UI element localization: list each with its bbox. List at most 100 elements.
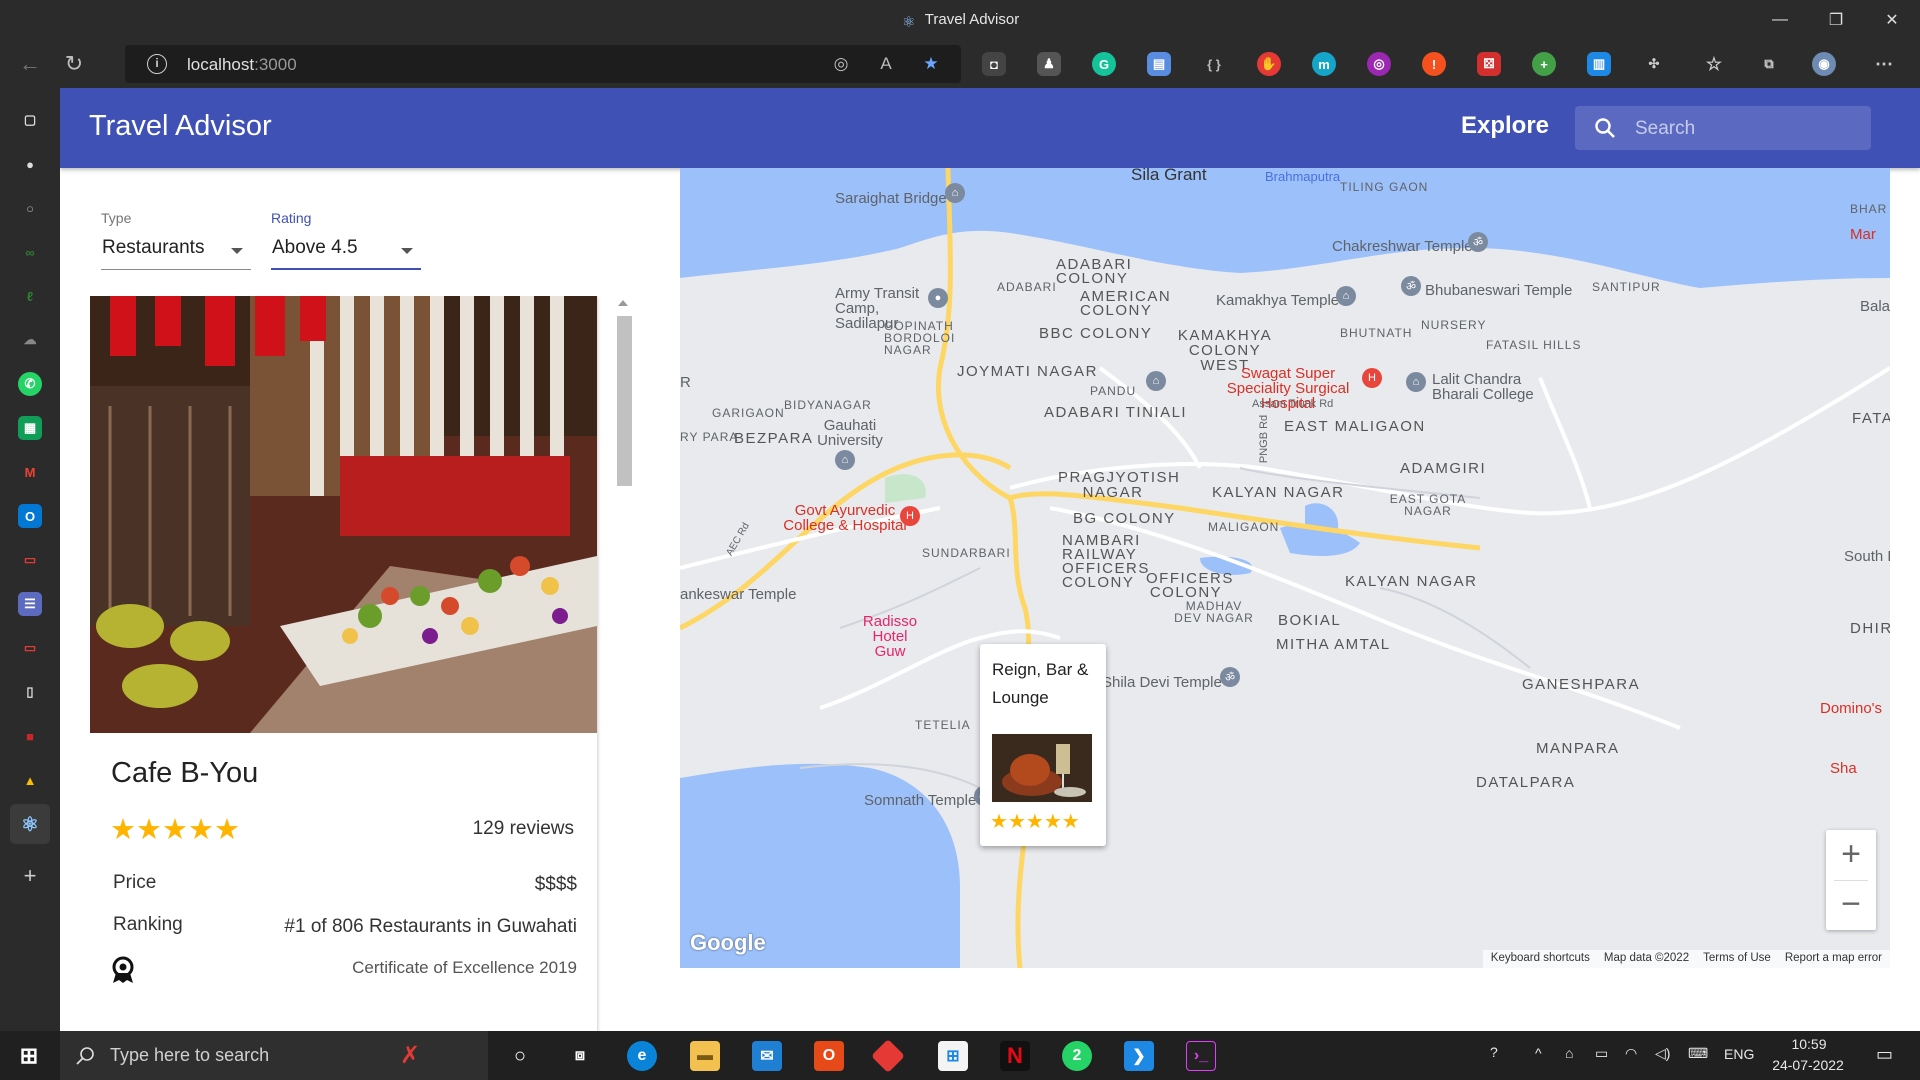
favorite-star-icon[interactable]: ★ (920, 53, 942, 75)
taskbar-search[interactable]: Type here to search ✗ (60, 1031, 488, 1080)
office-icon-1[interactable]: ▭ (18, 548, 42, 572)
app-icon-red[interactable]: ■ (18, 724, 42, 748)
app-diamond-icon[interactable] (871, 1039, 905, 1073)
grammarly-icon[interactable]: G (1092, 52, 1116, 76)
read-aloud-icon[interactable]: A (875, 53, 897, 75)
notifications-icon[interactable]: ▭ (1876, 1044, 1893, 1080)
place-card[interactable]: Cafe B-You ★ ★ ★ ★ ★ 129 reviews Price $$$$ … (90, 296, 597, 1031)
bridge-pin-icon[interactable]: ⌂ (945, 183, 965, 203)
cloud-icon[interactable]: ☁ (18, 328, 42, 352)
store-icon[interactable]: ⊞ (938, 1041, 968, 1071)
popup-place-photo (992, 734, 1092, 802)
temple-pin-icon[interactable]: ॐ (1468, 232, 1488, 252)
language-indicator[interactable]: ENG (1724, 1046, 1754, 1080)
windows-start-icon[interactable]: ⊞ (14, 1041, 44, 1071)
clock-date[interactable]: 24-07-2022 (1768, 1057, 1848, 1080)
search-input[interactable]: Search (1575, 106, 1871, 150)
back-icon[interactable]: ← (16, 50, 44, 78)
extension-icon-1[interactable]: ◘ (982, 52, 1006, 76)
map-label: JOYMATI NAGAR (957, 363, 1098, 380)
react-app-icon[interactable]: ⚛ (10, 804, 50, 844)
zoom-in-button[interactable]: + (1826, 830, 1876, 880)
new-extension-icon[interactable]: ▤ (1147, 52, 1171, 76)
m-extension-icon[interactable]: m (1312, 52, 1336, 76)
school-pin-icon[interactable]: ⌂ (835, 450, 855, 470)
refresh-icon[interactable]: ↻ (60, 50, 88, 78)
keyboard-shortcuts-link[interactable]: Keyboard shortcuts (1491, 952, 1590, 966)
github-alt-icon[interactable]: ○ (18, 196, 42, 220)
alert-extension-icon[interactable]: ! (1422, 52, 1446, 76)
game-extension-icon[interactable]: ⚄ (1477, 52, 1501, 76)
ranking-value: #1 of 806 Restaurants in Guwahati (284, 916, 577, 937)
report-error-link[interactable]: Report a map error (1785, 952, 1882, 966)
trello-extension-icon[interactable]: ▥ (1587, 52, 1611, 76)
location-pin-icon[interactable]: ● (928, 288, 948, 308)
vscode-icon[interactable]: ❯ (1124, 1041, 1154, 1071)
office-icon-2[interactable]: ▭ (18, 636, 42, 660)
location-icon[interactable]: ◎ (830, 53, 852, 75)
volume-icon[interactable]: ◁) (1655, 1045, 1670, 1080)
mail-icon[interactable]: ✉ (752, 1041, 782, 1071)
terminal-icon[interactable]: ›_ (1186, 1041, 1216, 1071)
hand-extension-icon[interactable]: ✋ (1257, 52, 1281, 76)
plus-extension-icon[interactable]: + (1532, 52, 1556, 76)
gmail-icon[interactable]: M (18, 460, 42, 484)
extensions-puzzle-icon[interactable]: ✣ (1642, 52, 1666, 76)
places-list[interactable]: Cafe B-You ★ ★ ★ ★ ★ 129 reviews Price $$$$ … (90, 296, 630, 1031)
netflix-icon[interactable]: N (1000, 1041, 1030, 1071)
link-icon[interactable]: ∞ (18, 240, 42, 264)
keyboard-icon[interactable]: ⌨ (1688, 1045, 1708, 1080)
minimize-button[interactable]: — (1752, 0, 1808, 40)
battery-icon[interactable]: ▭ (1595, 1045, 1608, 1080)
school-pin-icon[interactable]: ⌂ (1406, 372, 1426, 392)
hospital-pin-icon[interactable]: H (1362, 368, 1382, 388)
list-app-icon[interactable]: ☰ (18, 592, 42, 616)
leaf-icon[interactable]: ℓ (18, 284, 42, 308)
zoom-out-button[interactable]: − (1826, 880, 1876, 930)
hospital-pin-icon[interactable]: H (900, 506, 920, 526)
wifi-icon[interactable]: ◠ (1625, 1045, 1637, 1080)
cortana-icon[interactable]: ○ (505, 1041, 535, 1071)
profile-avatar[interactable]: ◉ (1812, 52, 1836, 76)
scroll-up-arrow-icon[interactable] (618, 300, 628, 306)
collections-icon[interactable]: ⧉ (1757, 52, 1781, 76)
terms-link[interactable]: Terms of Use (1703, 952, 1771, 966)
drive-icon[interactable]: ▲ (18, 768, 42, 792)
network-status-icon[interactable]: ⌂ (1565, 1045, 1573, 1080)
map-view[interactable]: Sila Grant Saraighat Bridge ⌂ Brahmaputr… (680, 168, 1890, 968)
document-icon[interactable]: ▯ (18, 680, 42, 704)
json-extension-icon[interactable]: { } (1202, 52, 1226, 76)
whatsapp-taskbar-icon[interactable]: 2 (1062, 1041, 1092, 1071)
site-info-icon[interactable]: i (147, 54, 167, 74)
whatsapp-icon[interactable]: ✆ (18, 372, 42, 396)
tray-chevron-icon[interactable]: ^ (1535, 1045, 1542, 1080)
temple-pin-icon[interactable]: ⌂ (1336, 286, 1356, 306)
temple-pin-icon[interactable]: ॐ (1401, 276, 1421, 296)
scrollbar-thumb[interactable] (617, 316, 632, 486)
tabs-icon[interactable]: ▢ (18, 108, 42, 132)
extension-icon-2[interactable]: ♟ (1037, 52, 1061, 76)
file-explorer-icon[interactable]: ▬ (690, 1041, 720, 1071)
type-select[interactable]: Restaurants (101, 233, 251, 270)
rating-select[interactable]: Above 4.5 (271, 233, 421, 270)
task-view-icon[interactable]: ⧈ (565, 1041, 595, 1071)
add-sidebar-app-icon[interactable]: + (18, 863, 42, 888)
more-menu-icon[interactable]: ⋯ (1872, 52, 1896, 76)
edge-taskbar-icon[interactable]: e (627, 1041, 657, 1071)
chevron-down-icon (401, 248, 413, 254)
temple-pin-icon[interactable]: ॐ (1220, 667, 1240, 687)
close-window-button[interactable]: ✕ (1864, 0, 1920, 40)
list-scrollbar[interactable] (613, 296, 632, 996)
sheets-icon[interactable]: ▦ (18, 416, 42, 440)
map-label: KALYAN NAGAR (1212, 484, 1345, 501)
github-icon[interactable]: ● (18, 152, 42, 176)
globe-extension-icon[interactable]: ◎ (1367, 52, 1391, 76)
map-place-popup[interactable]: Reign, Bar & Lounge ★ ★ ★ ★ ★ (980, 644, 1106, 846)
favorites-icon[interactable]: ☆ (1702, 52, 1726, 76)
address-bar[interactable]: i localhost:3000 ◎ A ★ (125, 45, 961, 83)
school-pin-icon[interactable]: ⌂ (1146, 371, 1166, 391)
outlook-icon[interactable]: O (18, 504, 42, 528)
help-icon[interactable]: ? (1490, 1044, 1498, 1080)
office-taskbar-icon[interactable]: O (814, 1041, 844, 1071)
restore-button[interactable]: ❐ (1808, 0, 1864, 40)
